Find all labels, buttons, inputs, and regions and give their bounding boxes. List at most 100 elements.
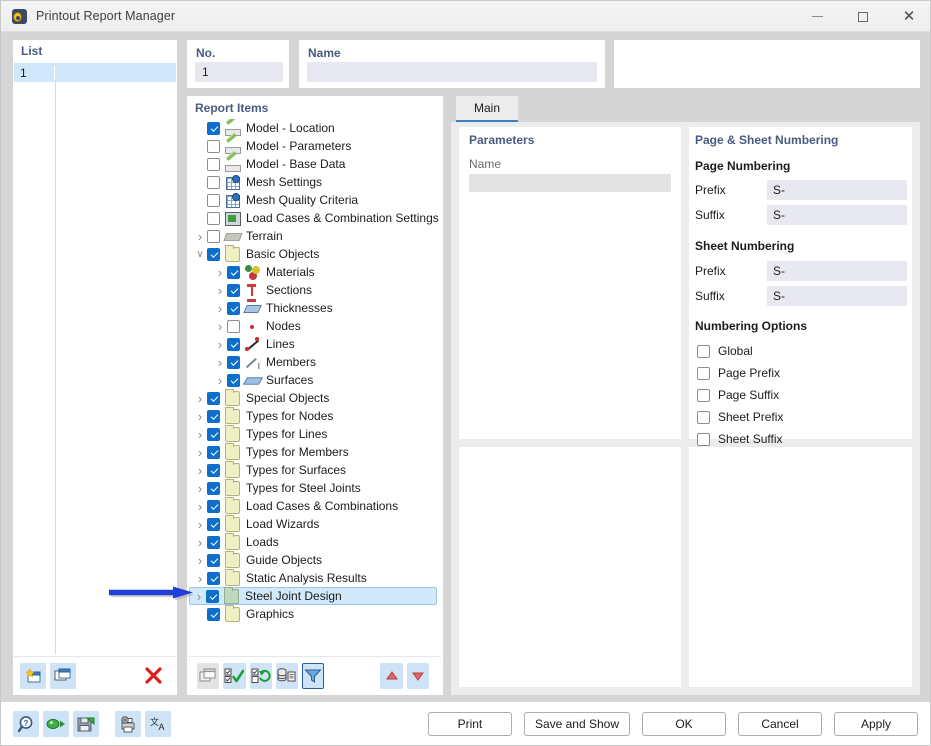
tree-item-checkbox[interactable] [207,391,220,405]
tree-item-checkbox[interactable] [207,535,220,549]
chevron-right-icon[interactable] [193,499,207,514]
tree-item-lines[interactable]: Lines [209,335,441,353]
copy-report-button[interactable] [50,662,76,689]
chevron-right-icon[interactable] [213,337,227,352]
filter-button[interactable] [302,662,325,689]
export-button[interactable] [43,711,69,737]
sheet-suffix-input[interactable]: S- [767,286,907,306]
tree-item-checkbox[interactable] [227,265,240,279]
tree-item-members[interactable]: Members [209,353,441,371]
chevron-right-icon[interactable] [213,301,227,316]
tree-item-types-for-surfaces[interactable]: Types for Surfaces [189,460,441,479]
chevron-right-icon[interactable] [193,445,207,460]
list-items-button[interactable] [275,662,299,689]
tree-item-checkbox[interactable] [207,193,220,207]
tree-item-checkbox[interactable] [207,607,220,621]
tree-item-checkbox[interactable] [207,553,220,567]
save-template-button[interactable] [73,711,99,737]
tree-item-checkbox[interactable] [207,409,220,423]
report-items-tree[interactable]: Model - Location Model - Parameters Model … [189,119,441,655]
print-button[interactable]: Print [427,712,512,736]
tree-item-types-for-members[interactable]: Types for Members [189,442,441,461]
close-button[interactable]: ✕ [886,1,930,32]
tree-item-loads[interactable]: Loads [189,532,441,551]
chevron-down-icon[interactable] [193,249,207,260]
tree-item-checkbox[interactable] [227,355,240,369]
checkbox[interactable] [697,432,710,446]
chevron-right-icon[interactable] [213,265,227,280]
tab-main[interactable]: Main [456,96,518,122]
list-item[interactable]: 1 [14,63,176,82]
tree-item-steel-joint-design[interactable]: Steel Joint Design [189,586,437,605]
page-suffix-input[interactable]: S- [767,205,907,225]
tree-item-checkbox[interactable] [227,337,240,351]
chevron-right-icon[interactable] [193,409,207,424]
tree-item-checkbox[interactable] [207,499,220,513]
tree-item-model-base-data[interactable]: Model - Base Data [189,155,441,173]
chevron-right-icon[interactable] [213,283,227,298]
cancel-button[interactable]: Cancel [738,712,822,736]
tree-item-checkbox[interactable] [207,571,220,585]
chevron-right-icon[interactable] [193,229,207,244]
chevron-right-icon[interactable] [193,463,207,478]
chevron-right-icon[interactable] [193,535,207,550]
chevron-right-icon[interactable] [193,553,207,568]
save-and-show-button[interactable]: Save and Show [523,712,630,736]
apply-button[interactable]: Apply [834,712,918,736]
tree-item-checkbox[interactable] [207,175,220,189]
tree-item-checkbox[interactable] [207,139,220,153]
tree-item-materials[interactable]: Materials [209,263,441,281]
tree-item-checkbox[interactable] [207,229,220,243]
checkbox[interactable] [697,410,710,424]
checkbox[interactable] [697,344,710,358]
numbering-option-page-prefix[interactable]: Page Prefix [697,363,780,383]
tree-item-checkbox[interactable] [207,427,220,441]
tree-item-checkbox[interactable] [207,517,220,531]
tree-item-guide-objects[interactable]: Guide Objects [189,550,441,569]
tree-item-checkbox[interactable] [207,463,220,477]
language-button[interactable]: 文 A [145,711,171,737]
maximize-button[interactable] [840,1,886,32]
tree-item-basic-objects[interactable]: Basic Objects [189,244,441,263]
sheet-prefix-input[interactable]: S- [767,261,907,281]
tree-item-model-parameters[interactable]: Model - Parameters [189,137,441,155]
numbering-option-sheet-prefix[interactable]: Sheet Prefix [697,407,783,427]
chevron-right-icon[interactable] [213,319,227,334]
chevron-right-icon[interactable] [213,355,227,370]
tree-item-graphics[interactable]: Graphics [189,604,441,623]
tree-item-checkbox[interactable] [207,481,220,495]
chevron-right-icon[interactable] [192,589,206,604]
tree-item-nodes[interactable]: Nodes [209,317,441,335]
tree-item-load-wizards[interactable]: Load Wizards [189,514,441,533]
report-list-body[interactable]: 1 [14,63,176,654]
chevron-right-icon[interactable] [193,391,207,406]
tree-item-checkbox[interactable] [227,301,240,315]
no-input[interactable]: 1 [195,62,283,82]
numbering-option-sheet-suffix[interactable]: Sheet Suffix [697,429,783,449]
tree-item-checkbox[interactable] [227,319,240,333]
tree-item-checkbox[interactable] [207,445,220,459]
tree-item-mesh-quality-criteria[interactable]: Mesh Quality Criteria [189,191,441,209]
chevron-right-icon[interactable] [193,427,207,442]
tree-item-model-location[interactable]: Model - Location [189,119,441,137]
tree-item-sections[interactable]: Sections [209,281,441,302]
tree-item-checkbox[interactable] [227,373,240,387]
checkbox[interactable] [697,388,710,402]
help-button[interactable]: ? [13,711,39,737]
tree-item-terrain[interactable]: Terrain [189,227,441,245]
checkbox[interactable] [697,366,710,380]
tree-item-checkbox[interactable] [207,121,220,135]
chevron-right-icon[interactable] [193,481,207,496]
numbering-option-global[interactable]: Global [697,341,753,361]
move-up-button[interactable] [380,662,403,689]
minimize-button[interactable] [794,1,840,32]
numbering-option-page-suffix[interactable]: Page Suffix [697,385,779,405]
invert-selection-button[interactable] [249,662,272,689]
new-report-button[interactable] [20,662,46,689]
name-input[interactable] [307,62,597,82]
tree-item-types-for-nodes[interactable]: Types for Nodes [189,406,441,425]
duplicate-item-button[interactable] [197,662,220,689]
tree-item-checkbox[interactable] [206,589,219,603]
tree-item-checkbox[interactable] [207,247,220,261]
page-prefix-input[interactable]: S- [767,180,907,200]
